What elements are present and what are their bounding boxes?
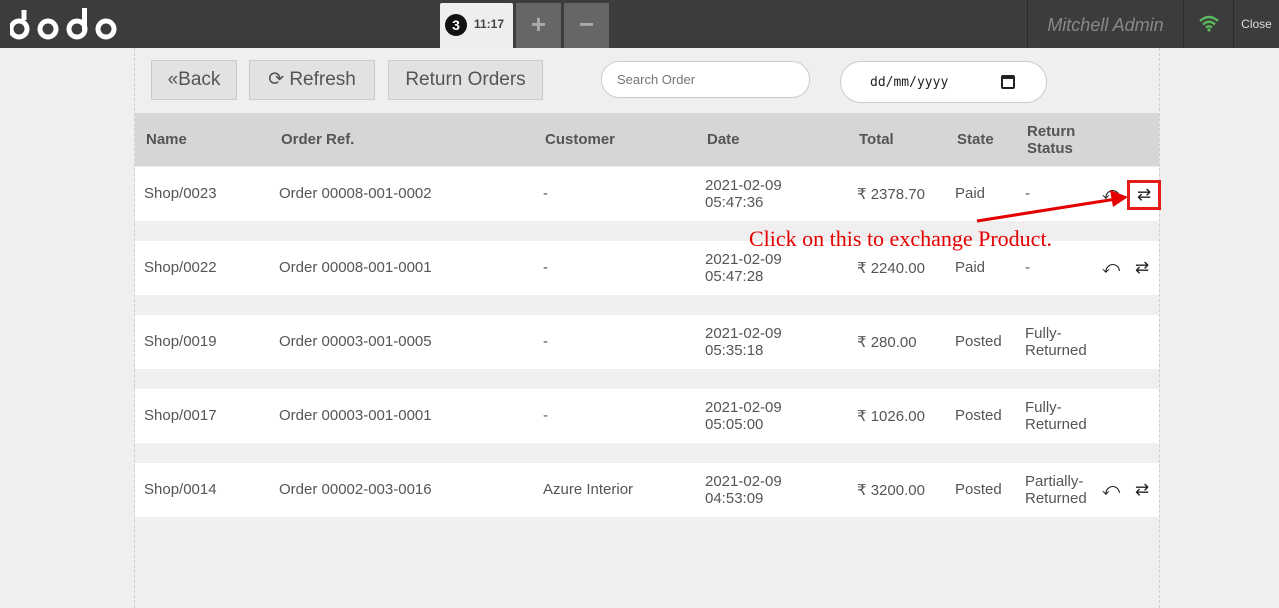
annotation-text: Click on this to exchange Product. — [749, 226, 1053, 251]
annotation-arrow — [976, 190, 1128, 223]
